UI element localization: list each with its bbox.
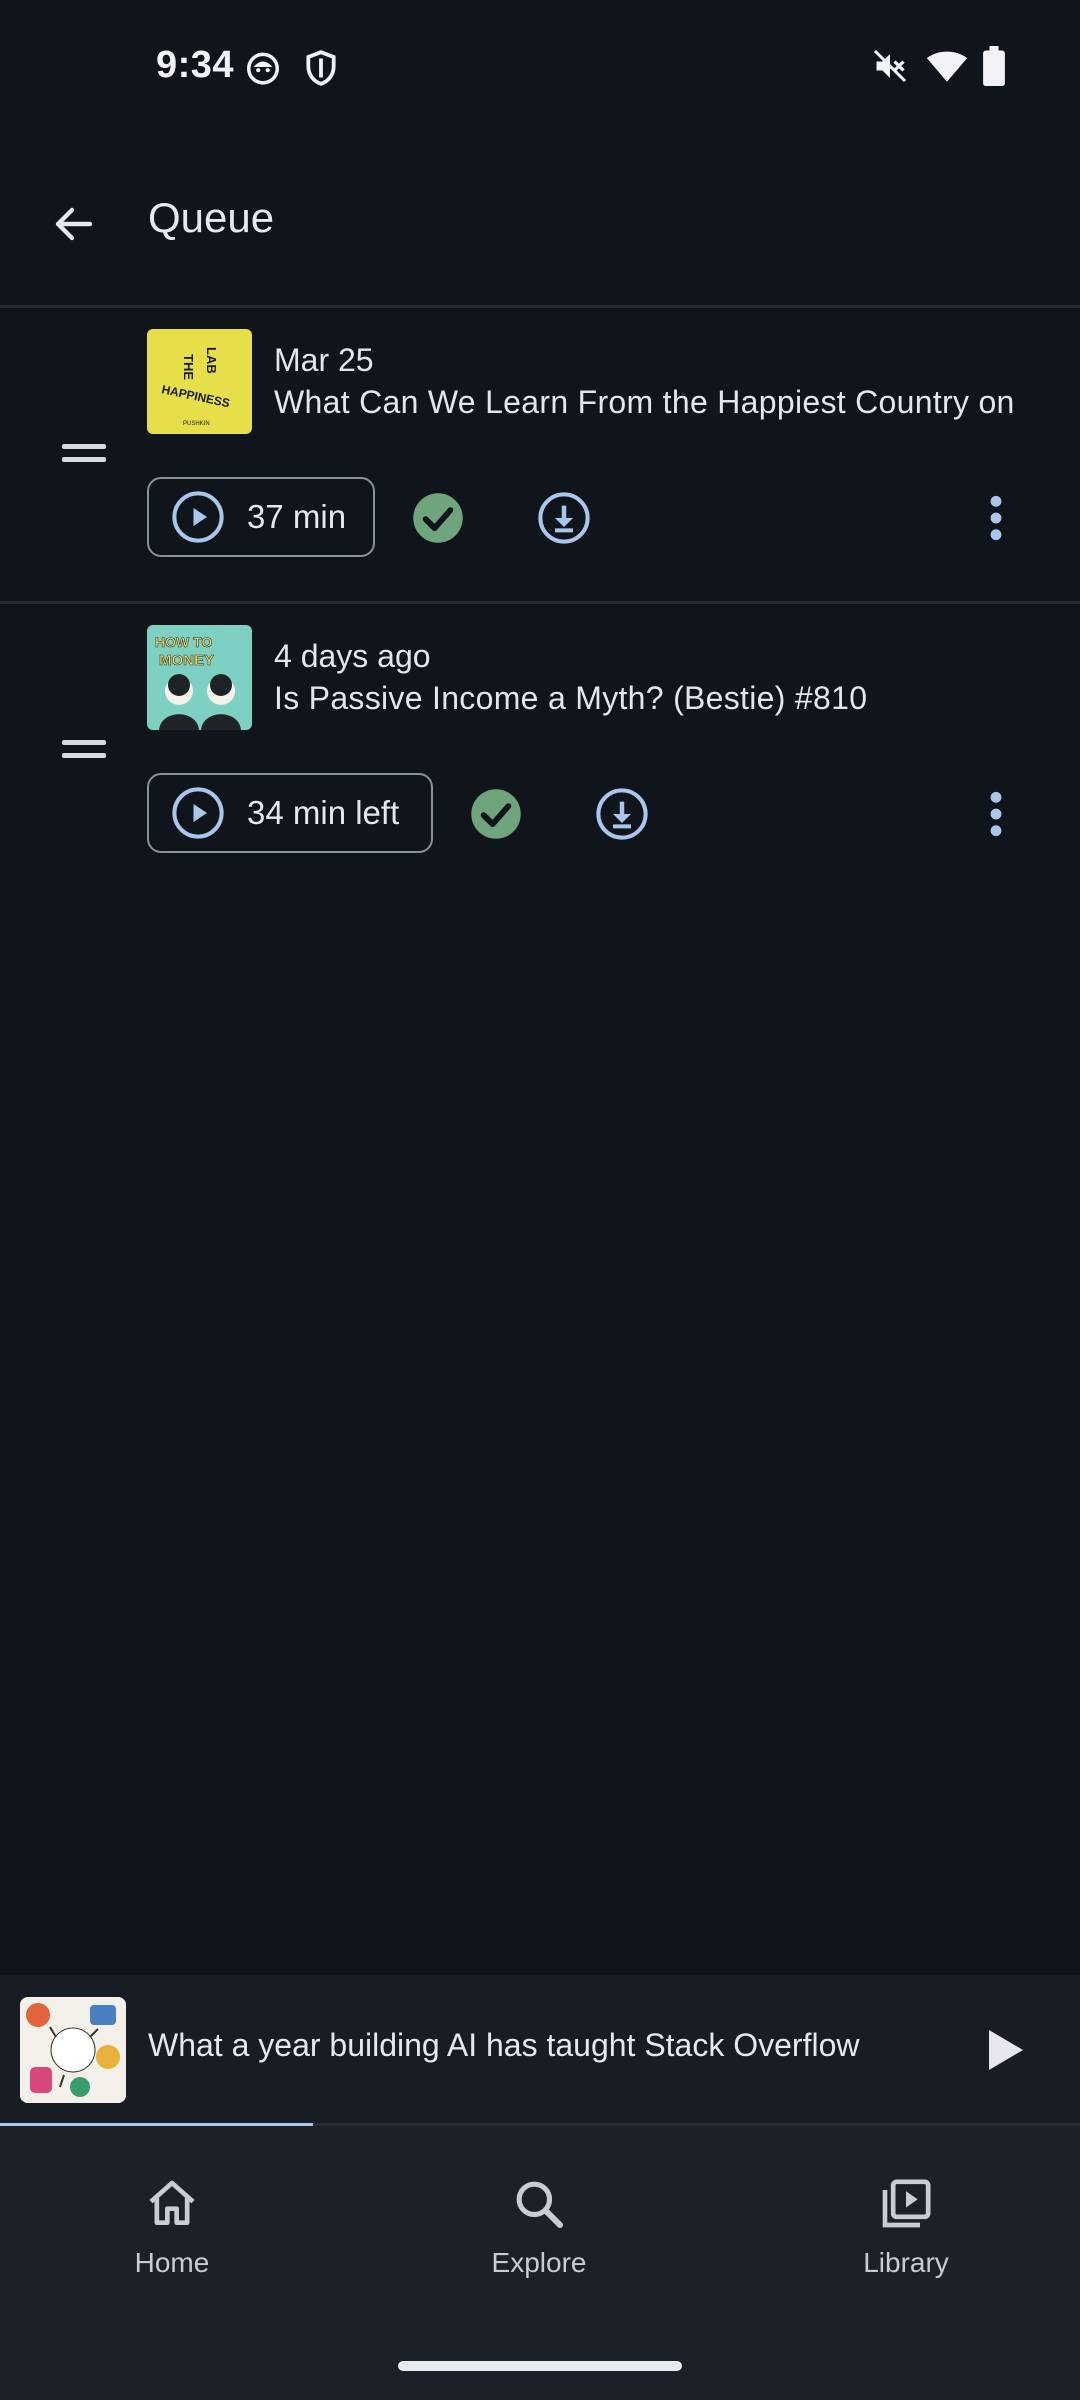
now-playing-title[interactable]: What a year building AI has taught Stack… (148, 2027, 859, 2064)
download-icon (596, 788, 648, 840)
drag-handle-icon[interactable] (62, 444, 106, 466)
download-icon (538, 492, 590, 544)
play-circle-icon (172, 491, 224, 543)
podcast-artwork[interactable]: HOW TO MONEY (147, 625, 252, 730)
nav-label: Explore (491, 2247, 587, 2278)
wifi-icon (926, 48, 968, 89)
status-bar: 9:34 (0, 0, 1080, 136)
episode-date: Mar 25 (274, 342, 374, 378)
podcast-artwork[interactable]: THE LAB HAPPINESS PUSHKIN (147, 329, 252, 434)
now-playing-artwork[interactable] (20, 1997, 126, 2103)
artwork-text: PUSHKIN (183, 421, 210, 427)
artwork-text: THE (181, 354, 196, 380)
more-options-button[interactable] (968, 490, 1024, 546)
play-icon (989, 2030, 1023, 2070)
back-button[interactable] (36, 186, 112, 262)
more-vert-icon (990, 495, 1002, 541)
play-circle-icon (172, 787, 224, 839)
check-circle-icon (471, 789, 521, 839)
duration-label: 34 min left (247, 794, 400, 831)
bottom-navigation: Home Explore Library (0, 2126, 1080, 2400)
more-vert-icon (990, 791, 1002, 837)
queue-item[interactable]: THE LAB HAPPINESS PUSHKIN Mar 25 What Ca… (0, 308, 1080, 602)
nav-label: Library (863, 2247, 949, 2278)
home-indicator[interactable] (398, 2361, 682, 2371)
episode-title[interactable]: Is Passive Income a Myth? (Bestie) #810 (274, 680, 1064, 717)
play-button[interactable]: 34 min left (147, 773, 433, 853)
mini-play-button[interactable] (970, 2015, 1040, 2085)
page-title: Queue (148, 194, 275, 241)
mini-player[interactable]: What a year building AI has taught Stack… (0, 1975, 1080, 2125)
status-time: 9:34 (156, 44, 235, 86)
library-icon (882, 2179, 931, 2228)
search-icon (516, 2181, 564, 2229)
nav-library[interactable]: Library (806, 2176, 1006, 2279)
mark-played-button[interactable] (410, 490, 466, 546)
arrow-left-icon (55, 207, 93, 241)
artwork-text: HOW TO (155, 634, 212, 650)
drag-handle-icon[interactable] (62, 740, 106, 762)
shield-icon (302, 48, 340, 93)
mute-icon (872, 48, 908, 89)
mark-played-button[interactable] (468, 786, 524, 842)
queue-item[interactable]: HOW TO MONEY 4 days ago Is Passive Incom… (0, 604, 1080, 898)
nav-explore[interactable]: Explore (439, 2176, 639, 2279)
artwork-text: LAB (204, 347, 219, 374)
download-button[interactable] (536, 490, 592, 546)
more-options-button[interactable] (968, 786, 1024, 842)
episode-title[interactable]: What Can We Learn From the Happiest Coun… (274, 384, 1064, 421)
episode-date: 4 days ago (274, 638, 431, 674)
check-circle-icon (413, 493, 463, 543)
app-bar: Queue (0, 136, 1080, 306)
play-button[interactable]: 37 min (147, 477, 375, 557)
nav-home[interactable]: Home (72, 2176, 272, 2279)
artwork-text: MONEY (159, 652, 214, 669)
nav-label: Home (134, 2247, 210, 2278)
home-icon (149, 2180, 195, 2225)
download-button[interactable] (594, 786, 650, 842)
duration-label: 37 min (247, 498, 347, 535)
artwork-text: HAPPINESS (160, 382, 231, 410)
cat-face-icon (244, 48, 282, 91)
battery-icon (983, 46, 1005, 91)
